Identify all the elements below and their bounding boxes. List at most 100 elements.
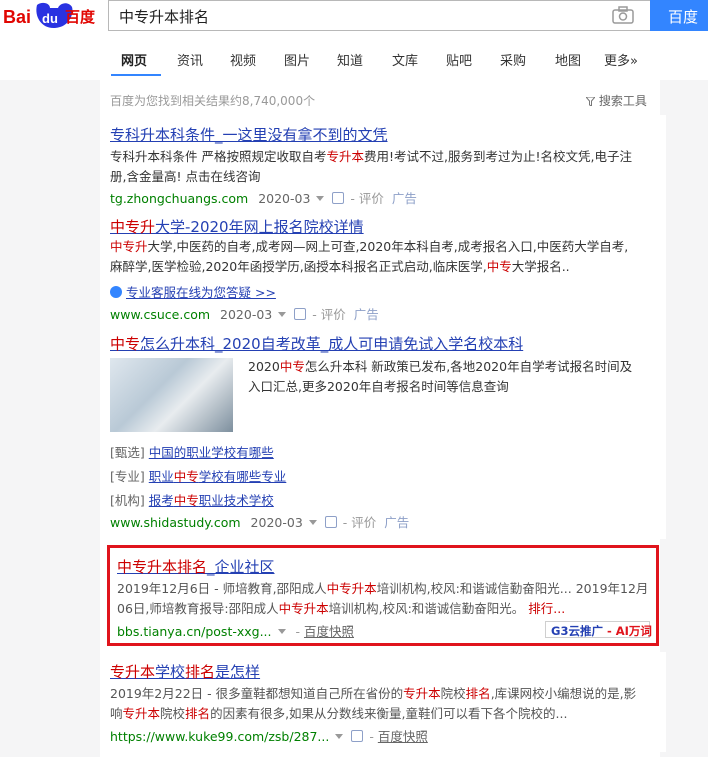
result-meta: www.shidastudy.com 2020-03 - 评价 广告 xyxy=(110,515,410,530)
desc-line: 麻醉学,医学检验,2020年函授学历,函授本科报名正式启动,临床医学,中专大学报… xyxy=(110,257,658,277)
result-url[interactable]: www.csuce.com xyxy=(110,307,210,322)
desc-line: 2020中专怎么升本科 新政策已发布,各地2020年自学考试报名时间及 xyxy=(248,357,658,377)
result-meta: tg.zhongchuangs.com 2020-03 - 评价 广告 xyxy=(110,191,417,206)
text-segment: 大学-2020年网上报名院校详情 xyxy=(155,218,364,236)
highlight-segment: 中专升 xyxy=(110,218,156,236)
highlight-segment: 排名 xyxy=(185,663,216,681)
result-date: 2020-03 xyxy=(220,307,273,322)
tab-zhidao[interactable]: 知道 xyxy=(337,50,363,69)
highlight-segment: 中专 xyxy=(486,259,512,274)
result-title[interactable]: 专升本学校排名是怎样 xyxy=(110,661,260,682)
baidu-logo[interactable]: Bai du 百度 xyxy=(2,1,102,31)
text-segment: 2019年12月6日 - 师培教育,邵阳成人 xyxy=(117,581,327,596)
result-url[interactable]: tg.zhongchuangs.com xyxy=(110,191,248,206)
review-link[interactable]: 评价 xyxy=(359,191,384,206)
consult-text: 专业客服在线为您答疑 >> xyxy=(126,285,276,300)
highlight-segment: 中专 xyxy=(173,493,199,508)
highlight-segment: 专升本 xyxy=(403,686,441,701)
result-count: 百度为您找到相关结果约8,740,000个 xyxy=(110,94,316,108)
desc-line: 2019年12月6日 - 师培教育,邵阳成人中专升本培训机构,校风:和谐诚信勤奋… xyxy=(117,579,657,599)
result-title[interactable]: 中专升大学-2020年网上报名院校详情 xyxy=(110,216,364,237)
desc-line: 06日,师培教育报导:邵阳成人中专升本培训机构,校风:和谐诚信勤奋阳光。 排行.… xyxy=(117,599,657,619)
result-desc: 专科升本科条件 严格按照规定收取自考专升本费用!考试不过,服务到考过为止!名校文… xyxy=(110,147,658,187)
result-title[interactable]: 中专怎么升本科_2020自考改革_成人可申请免试入学名校本科 xyxy=(110,333,523,354)
search-input[interactable]: 中专升本排名 xyxy=(108,0,650,31)
result-url[interactable]: bbs.tianya.cn/post-xxg... xyxy=(117,624,272,639)
highlight-segment: 中专升本排名 xyxy=(117,558,208,576)
text-segment: 2020 xyxy=(248,359,280,374)
ad-label[interactable]: 广告 xyxy=(354,307,379,322)
shield-icon[interactable] xyxy=(324,516,337,528)
tab-map[interactable]: 地图 xyxy=(555,50,581,69)
ad-label[interactable]: 广告 xyxy=(392,191,417,206)
ad-label[interactable]: 广告 xyxy=(384,515,409,530)
tab-more[interactable]: 更多» xyxy=(604,50,638,69)
result-url[interactable]: www.shidastudy.com xyxy=(110,515,241,530)
text-segment: 响 xyxy=(110,706,123,721)
snapshot-link[interactable]: 百度快照 xyxy=(378,729,428,744)
tab-purchase[interactable]: 采购 xyxy=(500,50,526,69)
text-segment: 专科升本科条件 严格按照规定收取自考 xyxy=(110,149,327,164)
chevron-down-icon[interactable] xyxy=(277,629,286,634)
desc-line: 响专升本院校排名的因素有很多,如果从分数线来衡量,童鞋们可以看下各个院校的... xyxy=(110,704,658,724)
shield-icon[interactable] xyxy=(294,308,307,320)
tab-wenku[interactable]: 文库 xyxy=(392,50,418,69)
shield-icon[interactable] xyxy=(332,192,345,204)
promo-g3: G3云推广 xyxy=(551,624,603,638)
highlight-segment: 中专升本 xyxy=(278,601,329,616)
sublink: [甄选] 中国的职业学校有哪些 xyxy=(110,442,274,461)
sublink-tag: [专业] xyxy=(110,469,145,484)
result-title[interactable]: 中专升本排名_企业社区 xyxy=(117,556,275,577)
chevron-down-icon[interactable] xyxy=(335,734,344,739)
text-segment: 报考 xyxy=(148,493,174,508)
text-segment: 大学,中医药的自考,成考网—网上可查,2020年本科自考,成考报名入口,中医药大… xyxy=(147,239,629,254)
top-bar: Bai du 百度 中专升本排名 百度一 xyxy=(0,0,708,47)
result-url[interactable]: https://www.kuke99.com/zsb/287... xyxy=(110,729,329,744)
result-meta: bbs.tianya.cn/post-xxg... - 百度快照 xyxy=(117,624,354,639)
logo-du: du xyxy=(42,11,58,26)
tab-tieba[interactable]: 贴吧 xyxy=(446,50,472,69)
text-segment: 中国的职业学校有哪些 xyxy=(148,445,274,460)
highlight-segment: 专升本 xyxy=(122,706,161,721)
highlight-segment: 中专升本 xyxy=(326,581,377,596)
highlight-segment: 专升本 xyxy=(326,149,364,164)
sublink-anchor[interactable]: 中国的职业学校有哪些 xyxy=(149,445,274,460)
result-date: 2020-03 xyxy=(250,515,303,530)
text-segment: 06日,师培教育报导:邵阳成人 xyxy=(117,601,279,616)
snapshot-link[interactable]: 百度快照 xyxy=(304,624,354,639)
review-link[interactable]: 评价 xyxy=(351,515,376,530)
result-title[interactable]: 专科升本科条件_一这里没有拿不到的文凭 xyxy=(110,124,388,145)
review-link[interactable]: 评价 xyxy=(321,307,346,322)
result-thumbnail[interactable] xyxy=(110,358,233,432)
search-result: 中专升大学-2020年网上报名院校详情 中专升大学,中医药的自考,成考网—网上可… xyxy=(100,209,666,325)
desc-line: 入口汇总,更多2020年自考报名时间等信息查询 xyxy=(248,377,658,397)
logo-cn: 百度 xyxy=(65,8,96,26)
tab-images[interactable]: 图片 xyxy=(284,50,310,69)
search-result: 专科升本科条件_一这里没有拿不到的文凭 专科升本科条件 严格按照规定收取自考专升… xyxy=(100,115,666,209)
consult-link[interactable]: 专业客服在线为您答疑 >> xyxy=(110,282,276,301)
chevron-down-icon[interactable] xyxy=(278,312,287,317)
chevron-down-icon[interactable] xyxy=(316,196,325,201)
tab-news[interactable]: 资讯 xyxy=(177,50,203,69)
text-segment: 职业技术学校 xyxy=(198,493,274,508)
camera-icon[interactable] xyxy=(612,6,634,24)
active-tab-indicator xyxy=(111,74,161,76)
result-desc: 中专升大学,中医药的自考,成考网—网上可查,2020年本科自考,成考报名入口,中… xyxy=(110,237,658,277)
desc-line: 册,含金量高! 点击在线咨询 xyxy=(110,167,658,187)
search-tools[interactable]: 搜索工具 xyxy=(584,92,647,109)
text-segment: _企业社区 xyxy=(207,558,275,576)
shield-icon[interactable] xyxy=(351,730,364,742)
text-segment: 怎么升本科 新政策已发布,各地2020年自学考试报名时间及 xyxy=(304,359,633,374)
sublink: [机构] 报考中专职业技术学校 xyxy=(110,490,274,509)
tab-video[interactable]: 视频 xyxy=(230,50,256,69)
promo-tag[interactable]: G3云推广 - AI万词 xyxy=(545,621,652,638)
tab-webpage[interactable]: 网页 xyxy=(121,50,147,69)
search-button[interactable]: 百度一 xyxy=(650,0,708,47)
sublink-anchor[interactable]: 报考中专职业技术学校 xyxy=(149,493,274,508)
result-desc: 2019年12月6日 - 师培教育,邵阳成人中专升本培训机构,校风:和谐诚信勤奋… xyxy=(117,579,657,619)
chevron-down-icon[interactable] xyxy=(308,520,317,525)
desc-line: 中专升大学,中医药的自考,成考网—网上可查,2020年本科自考,成考报名入口,中… xyxy=(110,237,658,257)
text-segment: 麻醉学,医学检验,2020年函授学历,函授本科报名正式启动,临床医学, xyxy=(110,259,487,274)
text-segment: 册,含金量高! 点击在线咨询 xyxy=(110,169,261,184)
sublink-anchor[interactable]: 职业中专学校有哪些专业 xyxy=(149,469,287,484)
